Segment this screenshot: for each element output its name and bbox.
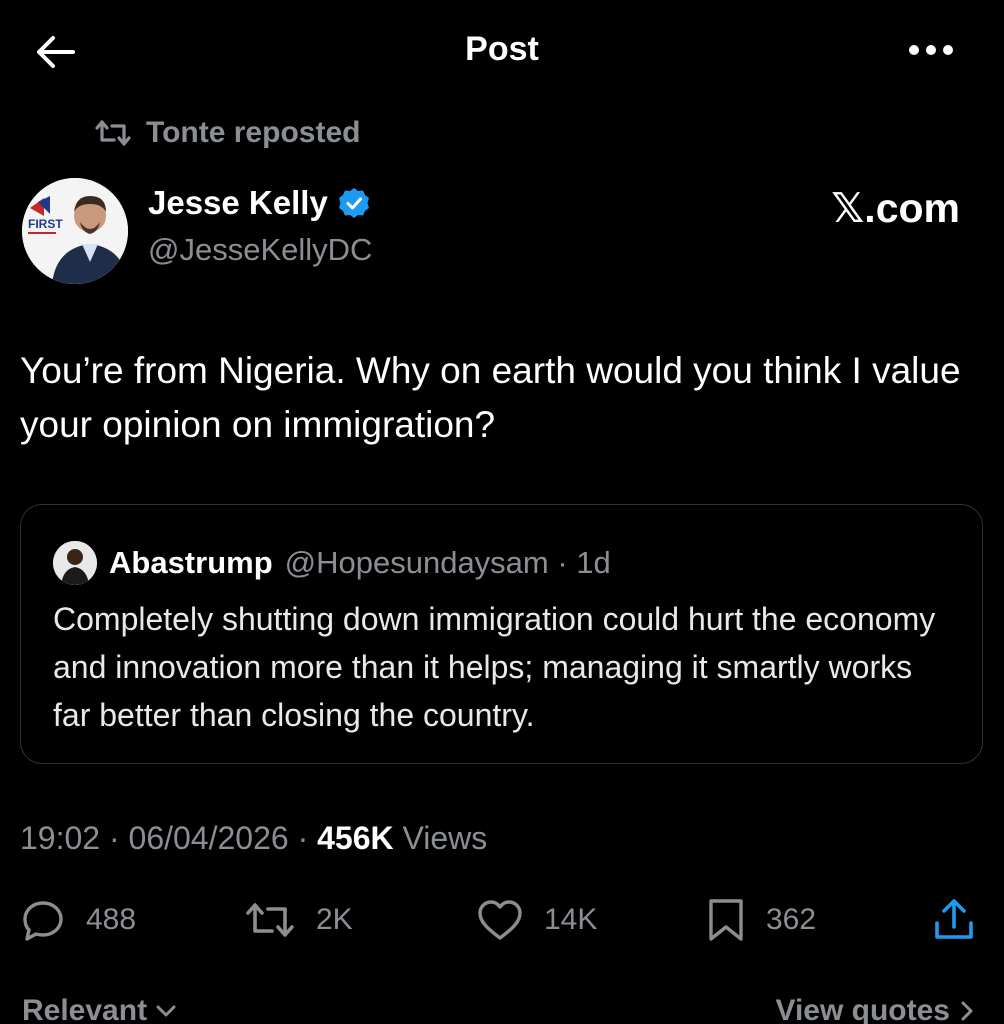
like-count: 14K: [544, 903, 598, 936]
repost-indicator[interactable]: Tonte reposted: [94, 116, 360, 150]
chevron-right-icon: [961, 1001, 973, 1021]
quoted-post-text: Completely shutting down immigration cou…: [53, 601, 936, 733]
repost-action-icon: [246, 903, 294, 937]
bookmark-button[interactable]: 362: [706, 890, 816, 950]
reply-icon: [23, 901, 63, 941]
avatar-logo-text: FIRST: [28, 217, 63, 231]
more-dots-icon: [909, 45, 953, 55]
views-label: Views: [393, 820, 488, 856]
view-quotes-label: View quotes: [775, 994, 951, 1024]
replies-toolbar: Relevant View quotes: [0, 994, 1004, 1024]
share-button[interactable]: [932, 890, 976, 950]
quoted-avatar-image: [53, 541, 97, 585]
author-name-row[interactable]: Jesse Kelly: [148, 184, 370, 222]
repost-icon: [95, 120, 131, 146]
share-icon: [935, 899, 973, 939]
reply-button[interactable]: 488: [20, 890, 136, 950]
verified-badge-icon: [338, 188, 369, 218]
top-bar: Post: [0, 0, 1004, 100]
author-handle[interactable]: @JesseKellyDC: [148, 232, 372, 268]
repost-label: Tonte reposted: [146, 116, 361, 149]
like-button[interactable]: 14K: [476, 890, 597, 950]
repost-count: 2K: [316, 903, 353, 936]
quoted-author-meta: @Hopesundaysam · 1d: [284, 545, 611, 580]
sort-replies-button[interactable]: Relevant: [22, 994, 177, 1024]
post-page: Post Tonte reposted FIRST Jesse Kelly @J…: [0, 0, 1004, 1024]
views-count[interactable]: 456K: [317, 820, 394, 856]
bookmark-icon: [709, 899, 743, 941]
more-options-button[interactable]: [904, 30, 958, 70]
post-timestamp: 19:02 · 06/04/2026 · 456K Views: [20, 820, 487, 857]
heart-icon: [478, 900, 522, 940]
action-bar: 488 2K 14K 362: [0, 890, 1004, 950]
page-title: Post: [465, 30, 539, 68]
quoted-author-name: Abastrump: [109, 545, 273, 580]
repost-button[interactable]: 2K: [244, 890, 353, 950]
bookmark-count: 362: [766, 903, 817, 936]
chevron-down-icon: [156, 1005, 176, 1017]
author-avatar[interactable]: FIRST: [22, 178, 128, 284]
quoted-post-header: Abastrump @Hopesundaysam · 1d: [53, 541, 611, 585]
reply-count: 488: [86, 903, 137, 936]
quoted-post[interactable]: Abastrump @Hopesundaysam · 1d Completely…: [20, 504, 983, 764]
author-name[interactable]: Jesse Kelly: [148, 184, 328, 222]
timestamp-text: 19:02 · 06/04/2026 ·: [20, 820, 318, 856]
source-watermark: 𝕏.com: [831, 185, 960, 231]
avatar-image: FIRST: [22, 178, 128, 284]
sort-label: Relevant: [22, 994, 148, 1024]
post-text: You’re from Nigeria. Why on earth would …: [20, 350, 961, 445]
quoted-author-avatar: [53, 541, 97, 585]
view-quotes-link[interactable]: View quotes: [776, 994, 975, 1024]
